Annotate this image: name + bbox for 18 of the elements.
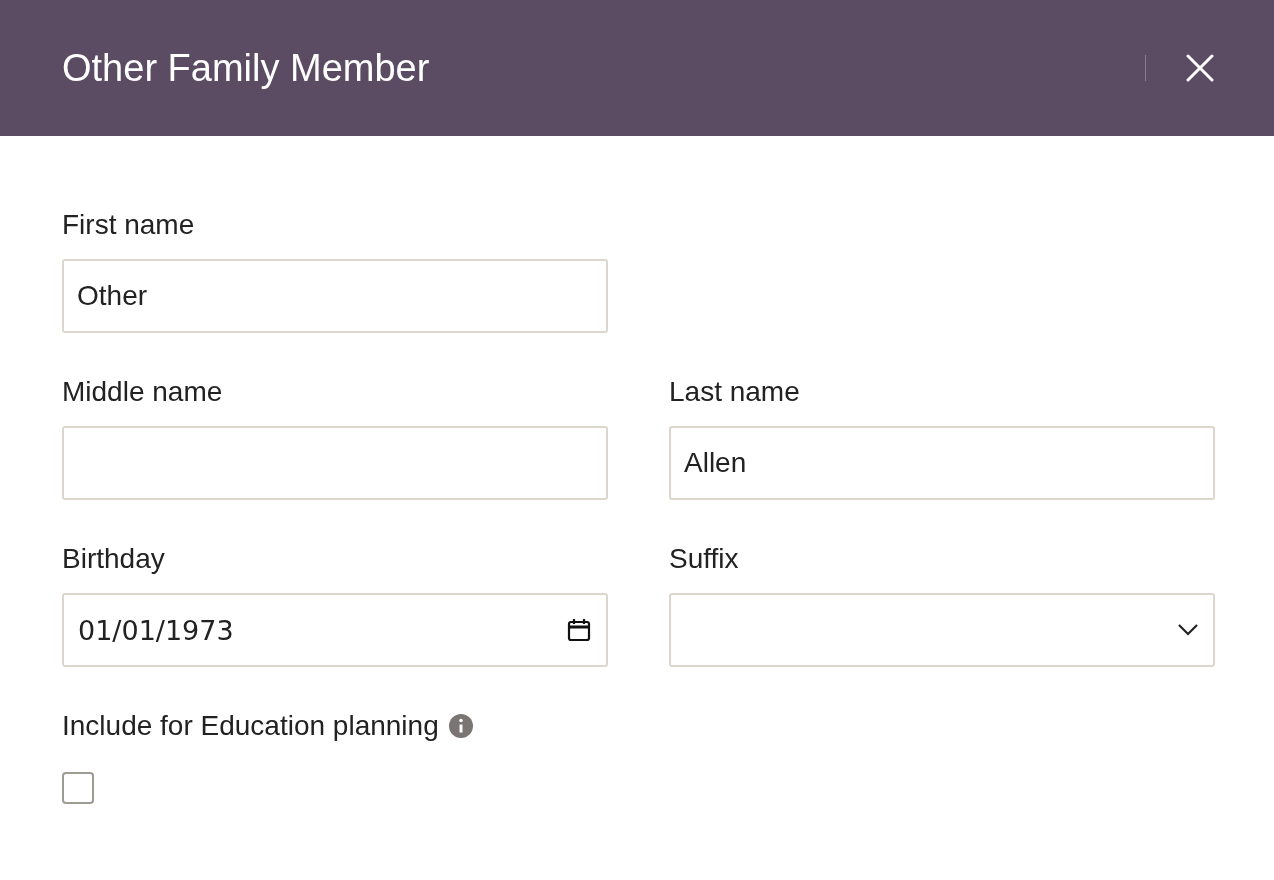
text-field[interactable]: Other [62, 259, 608, 333]
date-field[interactable]: 01/01/1973 [62, 593, 608, 667]
field-label: Last name [669, 375, 801, 409]
field-label: First name [62, 208, 196, 242]
checkbox-label: Include for Education planning [62, 709, 439, 743]
info-icon[interactable] [448, 714, 473, 738]
checkbox[interactable] [62, 772, 94, 804]
field-label: Birthday [62, 542, 166, 576]
text-field[interactable]: Allen [669, 426, 1215, 500]
close-icon [1186, 54, 1214, 82]
field-label: Suffix [669, 542, 740, 576]
calendar-icon[interactable] [566, 617, 592, 643]
close-button[interactable] [1186, 54, 1214, 82]
dialog-title: Other Family Member [62, 46, 430, 90]
chevron-down-icon [1177, 623, 1199, 637]
field-label: Middle name [62, 375, 224, 409]
text-field[interactable] [62, 426, 608, 500]
dropdown-field[interactable] [669, 593, 1215, 667]
